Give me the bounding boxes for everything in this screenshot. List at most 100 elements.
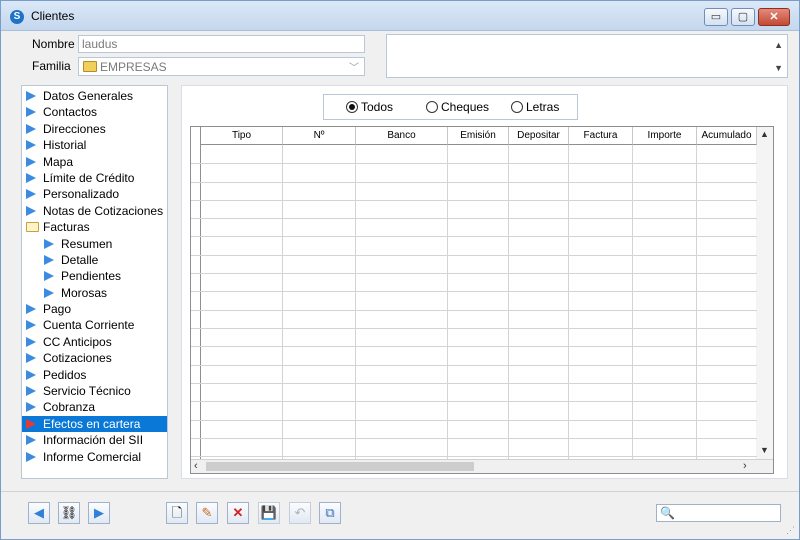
maximize-button[interactable]: ▢	[731, 8, 755, 26]
tree-item-resumen[interactable]: Resumen	[22, 236, 167, 252]
undo-icon[interactable]: ↶	[289, 502, 311, 524]
tree-item-personalizado[interactable]: Personalizado	[22, 186, 167, 202]
scroll-down-icon[interactable]: ▼	[774, 63, 783, 73]
tree-item-label: Pedidos	[43, 367, 87, 382]
table-row[interactable]	[191, 182, 757, 183]
new-document-icon[interactable]: 🗋	[166, 502, 188, 524]
app-icon: S	[10, 10, 24, 24]
table-row[interactable]	[191, 255, 757, 256]
table-row[interactable]	[191, 401, 757, 402]
tree-item-morosas[interactable]: Morosas	[22, 285, 167, 301]
column-header[interactable]: Factura	[569, 127, 633, 145]
edit-pencil-icon[interactable]: ✎	[196, 502, 218, 524]
table-row[interactable]	[191, 328, 757, 329]
nombre-input[interactable]: laudus	[78, 35, 365, 53]
arrow-right-icon	[44, 271, 54, 282]
table-row[interactable]	[191, 383, 757, 384]
column-header[interactable]: Acumulado	[697, 127, 757, 145]
minimize-button[interactable]: ▭	[704, 8, 728, 26]
tree-item-direcciones[interactable]: Direcciones	[22, 121, 167, 137]
radio-cheques[interactable]: Cheques	[426, 100, 489, 114]
tree-item-cc-anticipos[interactable]: CC Anticipos	[22, 334, 167, 350]
tree-item-contactos[interactable]: Contactos	[22, 104, 167, 120]
tree-item-label: Detalle	[61, 252, 99, 267]
scroll-right-icon[interactable]: ›	[743, 460, 747, 472]
horizontal-scrollbar[interactable]: ‹ ›	[191, 459, 773, 473]
tree-item-pedidos[interactable]: Pedidos	[22, 367, 167, 383]
column-header[interactable]: Banco	[356, 127, 448, 145]
table-row[interactable]	[191, 291, 757, 292]
table-row[interactable]	[191, 218, 757, 219]
tree-item-facturas[interactable]: Facturas	[22, 219, 167, 235]
close-button[interactable]: ✕	[758, 8, 790, 26]
tree-item-informe-comercial[interactable]: Informe Comercial	[22, 449, 167, 465]
scroll-up-icon[interactable]: ▲	[760, 129, 769, 139]
column-header[interactable]: Tipo	[201, 127, 283, 145]
table-row[interactable]	[191, 236, 757, 237]
table-row[interactable]	[191, 365, 757, 366]
arrow-right-icon	[26, 320, 36, 331]
table-row[interactable]	[191, 420, 757, 421]
scroll-up-icon[interactable]: ▲	[774, 40, 783, 50]
next-record-button[interactable]: ▶	[88, 502, 110, 524]
clientes-window: S Clientes ▭ ▢ ✕ Nombre laudus Familia E…	[0, 0, 800, 540]
find-binoculars-icon[interactable]: ⛓	[58, 502, 80, 524]
tree-item-pago[interactable]: Pago	[22, 301, 167, 317]
familia-value: EMPRESAS	[100, 60, 167, 74]
tree-item-datos-generales[interactable]: Datos Generales	[22, 88, 167, 104]
tree-item-label: Mapa	[43, 154, 74, 169]
column-header[interactable]: Depositar	[509, 127, 569, 145]
table-row[interactable]	[191, 273, 757, 274]
tree-item-label: CC Anticipos	[43, 334, 112, 349]
tree-item-notas-de-cotizaciones[interactable]: Notas de Cotizaciones	[22, 203, 167, 219]
tree-item-efectos-en-cartera[interactable]: Efectos en cartera	[22, 415, 167, 433]
column-header[interactable]: Importe	[633, 127, 697, 145]
tree-item-detalle[interactable]: Detalle	[22, 252, 167, 268]
arrow-right-icon	[26, 189, 36, 200]
tree-item-cotizaciones[interactable]: Cotizaciones	[22, 350, 167, 366]
arrow-right-icon	[26, 107, 36, 118]
table-row[interactable]	[191, 438, 757, 439]
tree-item-label: Pendientes	[61, 269, 122, 284]
tree-item-cobranza[interactable]: Cobranza	[22, 399, 167, 415]
previous-record-button[interactable]: ◀	[28, 502, 50, 524]
familia-select[interactable]: EMPRESAS ﹀	[78, 57, 365, 76]
delete-icon[interactable]: ✕	[227, 502, 249, 524]
arrow-right-icon	[26, 386, 36, 397]
radio-todos[interactable]: Todos	[346, 100, 393, 114]
efectos-grid[interactable]: ▲ ▼ ‹ › Tipo Nº Banco Emisión Depositar Factu…	[190, 126, 774, 474]
arrow-right-icon	[26, 156, 36, 167]
arrow-right-icon	[44, 287, 54, 298]
section-tree: Datos Generales Contactos Direcciones Histo…	[21, 85, 168, 479]
radio-letras[interactable]: Letras	[511, 100, 559, 114]
vertical-scrollbar[interactable]: ▲ ▼	[756, 127, 773, 459]
table-row[interactable]	[191, 346, 757, 347]
resize-grip[interactable]: ⋰	[786, 525, 795, 536]
arrow-right-icon	[26, 140, 36, 151]
column-divider	[447, 145, 448, 459]
arrow-right-icon	[26, 353, 36, 364]
search-input[interactable]: 🔍	[656, 504, 781, 522]
arrow-right-icon	[26, 336, 36, 347]
tree-item-label: Morosas	[61, 285, 108, 300]
table-row[interactable]	[191, 163, 757, 164]
save-icon[interactable]: 💾	[258, 502, 280, 524]
bottom-toolbar: ◀ ⛓ ▶ 🗋 ✎ ✕ 💾 ↶ ⧉ 🔍 ⋰	[1, 491, 799, 539]
column-header[interactable]: Emisión	[448, 127, 509, 145]
notes-textarea[interactable]: ▲ ▼	[386, 34, 788, 78]
column-header[interactable]: Nº	[283, 127, 356, 145]
scroll-down-icon[interactable]: ▼	[760, 445, 769, 455]
scroll-left-icon[interactable]: ‹	[194, 460, 198, 472]
tree-item-servicio-tecnico[interactable]: Servicio Técnico	[22, 383, 167, 399]
copy-icon[interactable]: ⧉	[319, 502, 341, 524]
table-row[interactable]	[191, 310, 757, 311]
tree-item-informacion-del-sii[interactable]: Información del SII	[22, 432, 167, 448]
tree-item-limite-de-credito[interactable]: Límite de Crédito	[22, 170, 167, 186]
table-row[interactable]	[191, 200, 757, 201]
tree-item-cuenta-corriente[interactable]: Cuenta Corriente	[22, 317, 167, 333]
tree-item-pendientes[interactable]: Pendientes	[22, 268, 167, 284]
tree-item-historial[interactable]: Historial	[22, 137, 167, 153]
table-row[interactable]	[191, 456, 757, 457]
scroll-thumb[interactable]	[206, 462, 474, 471]
tree-item-mapa[interactable]: Mapa	[22, 154, 167, 170]
